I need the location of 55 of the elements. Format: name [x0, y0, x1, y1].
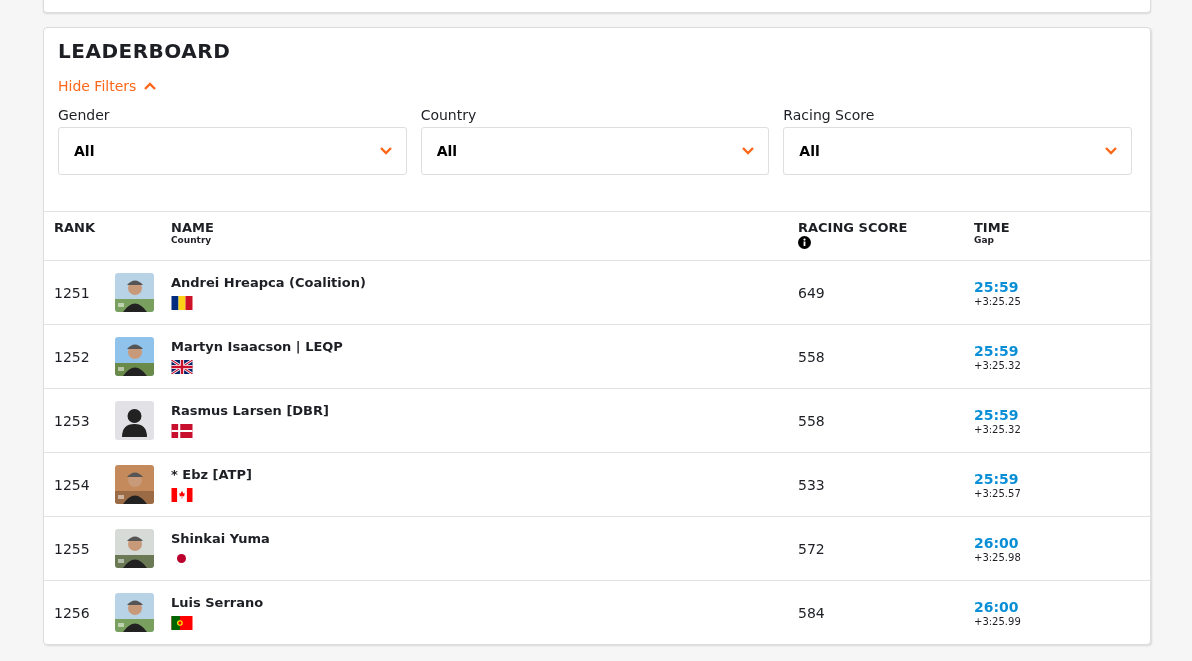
filter-label: Country: [420, 107, 478, 123]
flag-icon: [171, 360, 193, 374]
rider-name[interactable]: Luis Serrano: [171, 595, 798, 610]
rank-cell-text: 1256: [54, 604, 91, 621]
filter-select[interactable]: All: [783, 127, 1132, 175]
score-cell-text: 584: [798, 604, 826, 621]
rank-cell-text: 1253: [54, 412, 91, 429]
time-cell-text: 26:00: [974, 534, 1020, 551]
gap-cell-text: +3:25.32: [974, 423, 1022, 435]
rank-cell-text: 1252: [54, 348, 91, 365]
info-icon[interactable]: [798, 236, 811, 249]
time-cell-text: 25:59: [974, 342, 1020, 359]
time-cell-text: 25:59: [974, 470, 1020, 487]
rank-cell-text: 1255: [54, 540, 91, 557]
rank-cell-text: 1254: [54, 476, 91, 493]
rider-name[interactable]: Andrei Hreapca (Coalition): [171, 275, 798, 290]
flag-icon: [177, 554, 186, 563]
gap-cell-text: +3:25.99: [974, 615, 1022, 627]
flag-icon: [171, 488, 193, 502]
column-header: RANK: [54, 221, 97, 235]
gap-cell-text: +3:25.25: [974, 295, 1022, 307]
chevron-up-icon: [144, 82, 157, 90]
score-cell-text: 572: [798, 540, 826, 557]
gap-cell-text: +3:25.32: [974, 359, 1022, 371]
rider-name[interactable]: Martyn Isaacson | LEQP: [171, 339, 798, 354]
avatar-placeholder-icon: [115, 401, 154, 440]
column-subheader: Gap: [974, 235, 995, 245]
leaderboard-title: LEADERBOARD: [58, 38, 232, 64]
time-cell-text: 25:59: [974, 278, 1020, 295]
rider-name[interactable]: Shinkai Yuma: [171, 531, 798, 546]
rank-cell-text: 1251: [54, 284, 91, 301]
column-header: TIME: [974, 221, 1011, 235]
chevron-down-icon: [1105, 147, 1117, 155]
score-cell-text: 558: [798, 412, 826, 429]
rider-name[interactable]: Rasmus Larsen [DBR]: [171, 403, 798, 418]
flag-icon: [171, 616, 193, 630]
filter-label: Gender: [58, 107, 111, 123]
filter-select[interactable]: All: [420, 127, 770, 175]
column-subheader: Country: [171, 235, 213, 245]
filter-select[interactable]: All: [58, 127, 407, 175]
filter-label: Racing Score: [783, 107, 876, 123]
column-header: RACING SCORE: [798, 221, 908, 235]
flag-icon: [171, 296, 193, 310]
score-cell-text: 533: [798, 476, 826, 493]
score-cell-text: 558: [798, 348, 826, 365]
chevron-down-icon: [742, 147, 755, 155]
time-cell-text: 25:59: [974, 406, 1020, 423]
chevron-down-icon: [379, 147, 392, 155]
gap-cell-text: +3:25.57: [974, 487, 1022, 499]
rider-name[interactable]: * Ebz [ATP]: [171, 467, 798, 482]
column-header: NAME: [171, 221, 215, 235]
flag-icon: [171, 424, 193, 438]
score-cell-text: 649: [798, 284, 826, 301]
time-cell-text: 26:00: [974, 598, 1020, 615]
gap-cell-text: +3:25.98: [974, 551, 1022, 563]
